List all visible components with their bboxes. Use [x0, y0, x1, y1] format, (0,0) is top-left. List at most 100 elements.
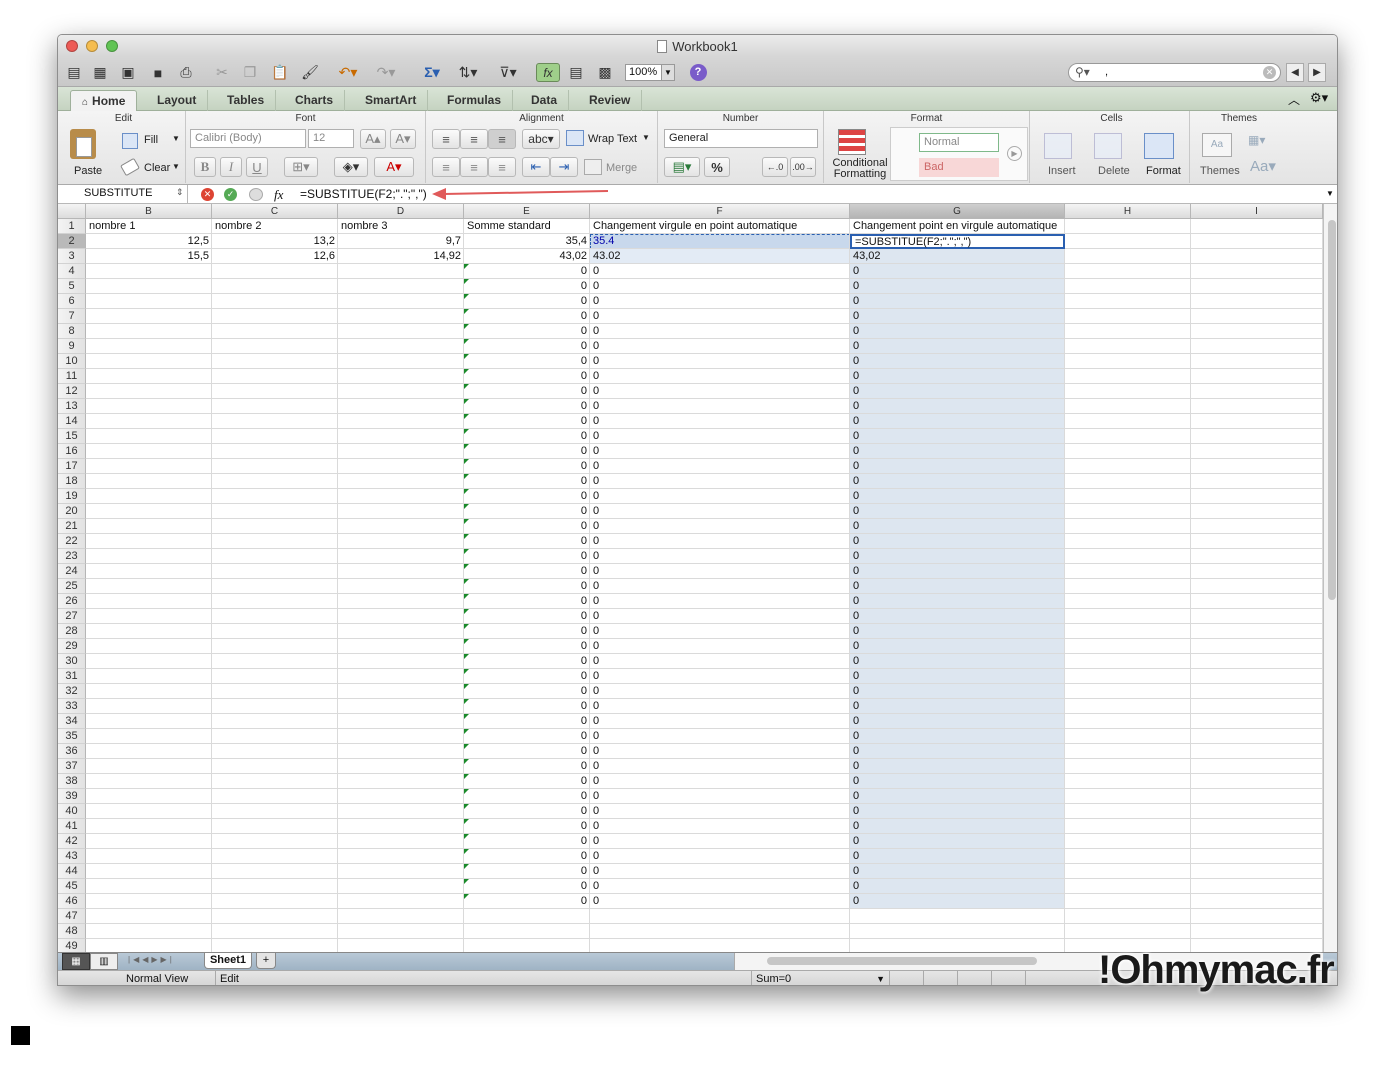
cell-e45[interactable]: 0	[464, 879, 590, 894]
cell-c1[interactable]: nombre 2	[212, 219, 338, 234]
cell-f46[interactable]: 0	[590, 894, 850, 909]
cell-f34[interactable]: 0	[590, 714, 850, 729]
cell-g23[interactable]: 0	[850, 549, 1065, 564]
row-header[interactable]: 24	[58, 564, 86, 579]
cell-g34[interactable]: 0	[850, 714, 1065, 729]
error-indicator-icon[interactable]	[464, 339, 469, 344]
new-workbook-icon[interactable]: ▤	[64, 63, 84, 82]
error-indicator-icon[interactable]	[464, 324, 469, 329]
cell-f16[interactable]: 0	[590, 444, 850, 459]
previous-result-icon[interactable]: ◀	[1286, 63, 1304, 82]
cell-f12[interactable]: 0	[590, 384, 850, 399]
align-left-button[interactable]: ≡	[432, 157, 460, 177]
cell-e23[interactable]: 0	[464, 549, 590, 564]
formula-input[interactable]: =SUBSTITUE(F2;".";",")	[300, 187, 427, 201]
row-header[interactable]: 4	[58, 264, 86, 279]
error-indicator-icon[interactable]	[464, 864, 469, 869]
cell-f21[interactable]: 0	[590, 519, 850, 534]
cell-g12[interactable]: 0	[850, 384, 1065, 399]
cell-b3[interactable]: 15,5	[86, 249, 212, 264]
orientation-button[interactable]: abc ▾	[522, 129, 560, 149]
cell-e44[interactable]: 0	[464, 864, 590, 879]
tab-home[interactable]: ⌂ Home	[70, 90, 138, 111]
fill-color-button[interactable]: ◈▾	[334, 157, 368, 177]
cell-g30[interactable]: 0	[850, 654, 1065, 669]
cell-g39[interactable]: 0	[850, 789, 1065, 804]
worksheet-grid[interactable]: B C D E F G H I 1 2 3 4 5 6 7 8 9 10 11 12 13 14 15 16 17 18 19 20 2…	[58, 204, 1323, 952]
error-indicator-icon[interactable]	[464, 579, 469, 584]
cell-f44[interactable]: 0	[590, 864, 850, 879]
cell-g33[interactable]: 0	[850, 699, 1065, 714]
cut-icon[interactable]: ✂	[212, 63, 232, 82]
cell-f28[interactable]: 0	[590, 624, 850, 639]
normal-style[interactable]: Normal	[919, 133, 999, 152]
normal-view-button[interactable]: ▦	[62, 953, 90, 970]
cell-f45[interactable]: 0	[590, 879, 850, 894]
cell-g3[interactable]: 43,02	[850, 249, 1065, 264]
cell-g5[interactable]: 0	[850, 279, 1065, 294]
error-indicator-icon[interactable]	[464, 414, 469, 419]
tab-smartart[interactable]: SmartArt	[354, 90, 429, 111]
cell-d1[interactable]: nombre 3	[338, 219, 464, 234]
error-indicator-icon[interactable]	[464, 654, 469, 659]
cell-f32[interactable]: 0	[590, 684, 850, 699]
cell-g42[interactable]: 0	[850, 834, 1065, 849]
align-bottom-button[interactable]: ≡	[488, 129, 516, 149]
cell-g19[interactable]: 0	[850, 489, 1065, 504]
row-header[interactable]: 21	[58, 519, 86, 534]
error-indicator-icon[interactable]	[464, 549, 469, 554]
column-header-i[interactable]: I	[1191, 204, 1323, 219]
cancel-icon[interactable]: ✕	[201, 188, 214, 201]
cell-f33[interactable]: 0	[590, 699, 850, 714]
insert-button[interactable]: Insert	[1048, 165, 1076, 177]
cell-f30[interactable]: 0	[590, 654, 850, 669]
clear-button[interactable]: Clear	[144, 162, 170, 174]
error-indicator-icon[interactable]	[464, 759, 469, 764]
wrap-text-button[interactable]: Wrap Text	[588, 133, 637, 145]
cell-g14[interactable]: 0	[850, 414, 1065, 429]
fill-button[interactable]: Fill	[144, 134, 158, 146]
cell-g28[interactable]: 0	[850, 624, 1065, 639]
align-middle-button[interactable]: ≡	[460, 129, 488, 149]
error-indicator-icon[interactable]	[464, 714, 469, 719]
cell-f42[interactable]: 0	[590, 834, 850, 849]
row-header[interactable]: 15	[58, 429, 86, 444]
cell-g1[interactable]: Changement point en virgule automatique	[850, 219, 1065, 234]
number-format-select[interactable]: General	[664, 129, 818, 148]
cell-e9[interactable]: 0	[464, 339, 590, 354]
cell-f36[interactable]: 0	[590, 744, 850, 759]
error-indicator-icon[interactable]	[464, 774, 469, 779]
tab-formulas[interactable]: Formulas	[436, 90, 514, 111]
row-header[interactable]: 27	[58, 609, 86, 624]
cell-e18[interactable]: 0	[464, 474, 590, 489]
cell-e3[interactable]: 43,02	[464, 249, 590, 264]
chevron-down-icon[interactable]: ▼	[661, 65, 674, 80]
error-indicator-icon[interactable]	[464, 879, 469, 884]
clear-search-icon[interactable]: ✕	[1263, 66, 1276, 79]
print-icon[interactable]: ⎙	[176, 63, 196, 82]
merge-button[interactable]: Merge	[606, 162, 637, 174]
cell-e42[interactable]: 0	[464, 834, 590, 849]
bad-style[interactable]: Bad	[919, 158, 999, 177]
row-header[interactable]: 34	[58, 714, 86, 729]
row-header[interactable]: 17	[58, 459, 86, 474]
enter-icon[interactable]: ✓	[224, 188, 237, 201]
format-button[interactable]: Format	[1146, 165, 1181, 177]
cell-f9[interactable]: 0	[590, 339, 850, 354]
cell-e46[interactable]: 0	[464, 894, 590, 909]
cell-f3[interactable]: 43.02	[590, 249, 850, 264]
cell-e40[interactable]: 0	[464, 804, 590, 819]
page-layout-view-button[interactable]: ▥	[90, 953, 118, 970]
cell-g24[interactable]: 0	[850, 564, 1065, 579]
tab-review[interactable]: Review	[578, 90, 643, 111]
cell-g9[interactable]: 0	[850, 339, 1065, 354]
cell-f18[interactable]: 0	[590, 474, 850, 489]
sort-icon[interactable]: ⇅▾	[454, 63, 482, 82]
open-icon[interactable]: ▣	[118, 63, 138, 82]
increase-indent-button[interactable]: ⇥	[550, 157, 578, 177]
error-indicator-icon[interactable]	[464, 564, 469, 569]
cell-e33[interactable]: 0	[464, 699, 590, 714]
gear-icon[interactable]: ⚙▾	[1310, 90, 1328, 106]
underline-button[interactable]: U	[246, 157, 268, 177]
cell-e36[interactable]: 0	[464, 744, 590, 759]
